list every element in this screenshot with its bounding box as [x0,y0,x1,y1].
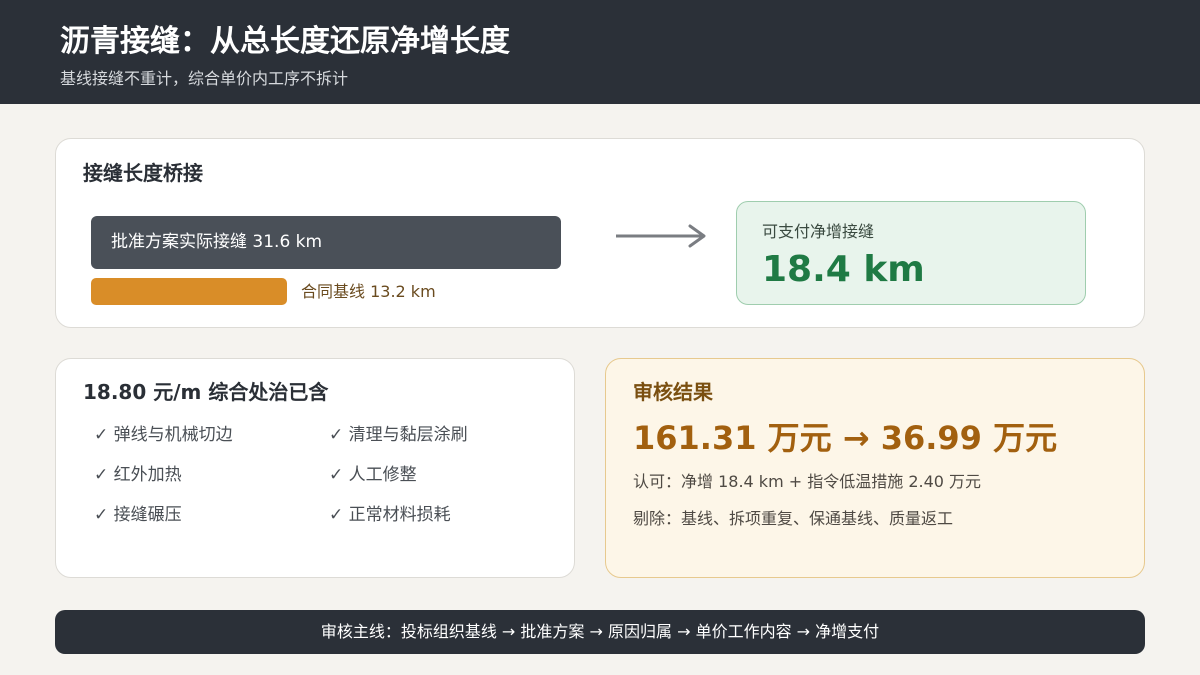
scope-card-title: 18.80 元/m 综合处治已含 [83,380,329,404]
scope-item: ✓ 清理与黏层涂刷 [329,425,468,445]
page-subtitle: 基线接缝不重计，综合单价内工序不拆计 [60,69,349,88]
total-joint-bar: 批准方案实际接缝 31.6 km [91,216,561,269]
scope-item: ✓ 正常材料损耗 [329,505,451,525]
bridge-card-title: 接缝长度桥接 [83,161,203,185]
baseline-bar [91,278,287,305]
result-removed-line: 剔除：基线、拆项重复、保通基线、质量返工 [633,509,954,528]
page-title: 沥青接缝：从总长度还原净增长度 [60,24,510,59]
unit-price-scope-card: 18.80 元/m 综合处治已含 ✓ 弹线与机械切边 ✓ 清理与黏层涂刷 ✓ 红… [55,358,575,578]
scope-item: ✓ 弹线与机械切边 [94,425,233,445]
net-increase-value: 18.4 km [762,249,925,290]
result-amount: 161.31 万元 → 36.99 万元 [633,419,1058,457]
length-bridge-card: 接缝长度桥接 批准方案实际接缝 31.6 km 合同基线 13.2 km 可支付… [55,138,1145,328]
net-increase-label: 可支付净增接缝 [762,222,875,241]
baseline-bar-label: 合同基线 13.2 km [301,282,436,301]
scope-item: ✓ 人工修整 [329,465,417,485]
arrow-right-icon [616,224,706,248]
result-card-title: 审核结果 [633,380,713,404]
result-approved-line: 认可：净增 18.4 km + 指令低温措施 2.40 万元 [633,472,982,491]
header-banner: 沥青接缝：从总长度还原净增长度 基线接缝不重计，综合单价内工序不拆计 [0,0,1200,104]
net-increase-box: 可支付净增接缝 18.4 km [736,201,1086,305]
audit-mainline-footer: 审核主线：投标组织基线 → 批准方案 → 原因归属 → 单价工作内容 → 净增支… [55,610,1145,654]
scope-item: ✓ 接缝碾压 [94,505,182,525]
audit-result-card: 审核结果 161.31 万元 → 36.99 万元 认可：净增 18.4 km … [605,358,1145,578]
scope-list: ✓ 弹线与机械切边 ✓ 清理与黏层涂刷 ✓ 红外加热 ✓ 人工修整 ✓ 接缝碾压… [94,423,554,527]
scope-item: ✓ 红外加热 [94,465,182,485]
